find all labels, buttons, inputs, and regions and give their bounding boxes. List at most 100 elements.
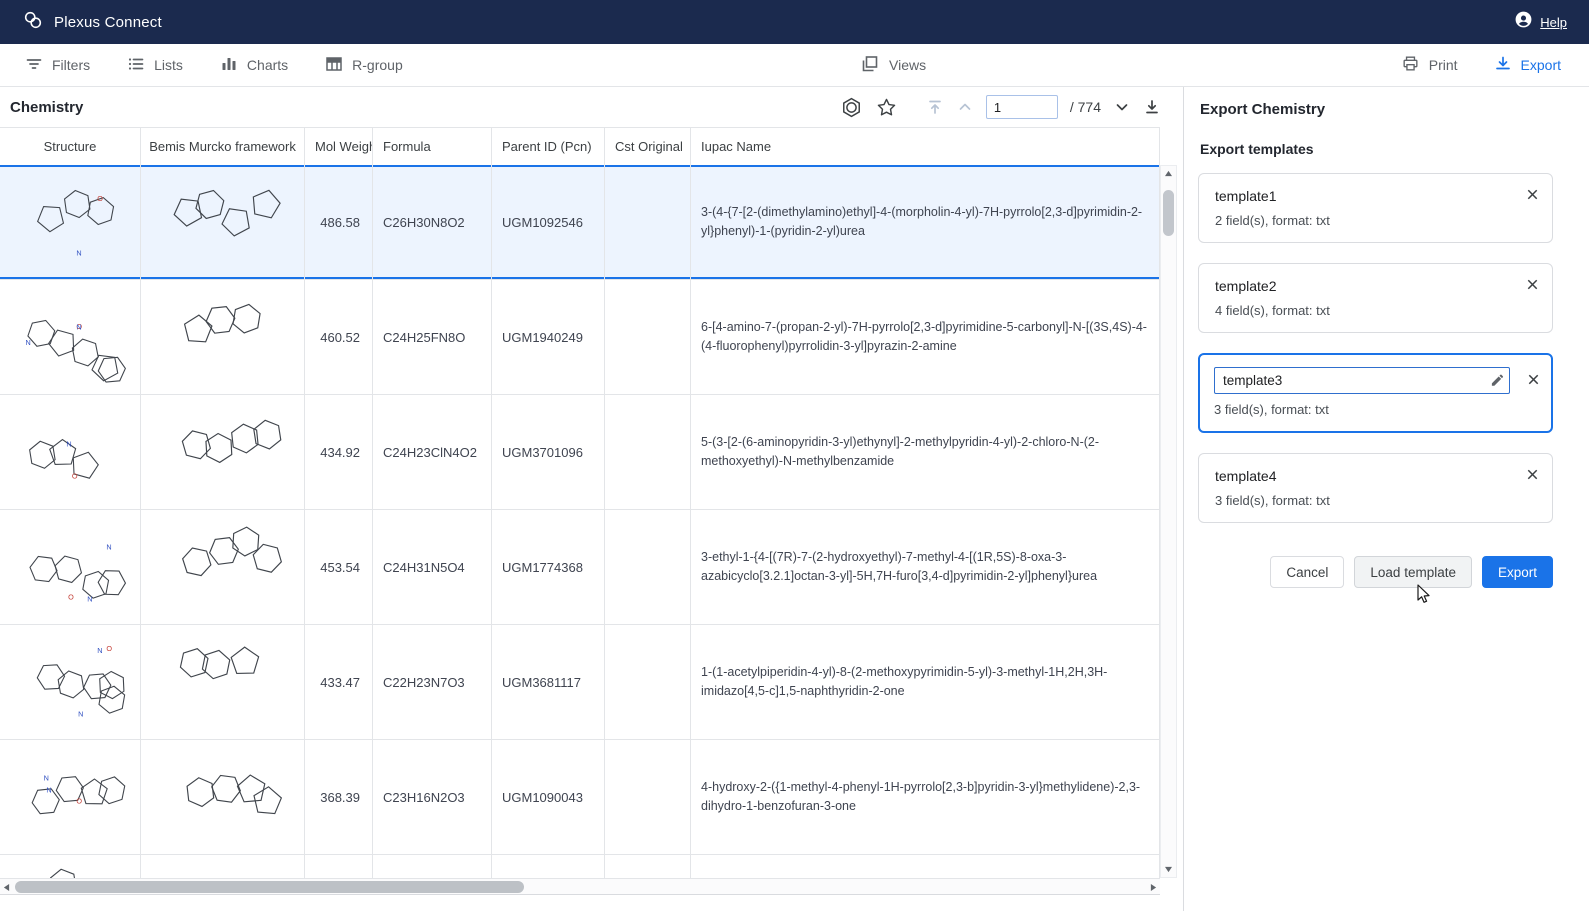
table-row[interactable]: NON 368.39 C23H16N2O3 UGM1090043 4-hydro… [0, 740, 1160, 855]
remove-template-icon[interactable] [1526, 372, 1541, 387]
account-icon [1514, 10, 1533, 34]
iupac-name-cell: 3-(4-{7-[2-(dimethylamino)ethyl]-4-(morp… [691, 165, 1160, 279]
structure-image: NON [10, 515, 130, 619]
cst-original-cell [605, 625, 691, 739]
structure-search-icon[interactable] [840, 96, 863, 119]
structure-cell: NO [0, 165, 141, 279]
charts-button[interactable]: Charts [220, 55, 288, 76]
template-card-1[interactable]: template1 2 field(s), format: txt [1198, 173, 1553, 243]
export-button[interactable]: Export [1494, 55, 1561, 76]
rgroup-button[interactable]: R-group [325, 55, 403, 76]
last-record-icon[interactable] [1143, 98, 1161, 116]
template-name: template1 [1215, 188, 1536, 204]
export-submit-button[interactable]: Export [1482, 556, 1553, 588]
vertical-scrollbar[interactable] [1160, 165, 1177, 878]
remove-template-icon[interactable] [1525, 277, 1540, 292]
remove-template-icon[interactable] [1525, 187, 1540, 202]
stacked-squares-icon [860, 54, 880, 77]
lists-button[interactable]: Lists [127, 55, 183, 76]
vertical-scrollbar-thumb[interactable] [1163, 190, 1174, 236]
record-menu-chevron-icon[interactable] [1113, 98, 1131, 116]
column-header-cst-original[interactable]: Cst Original [605, 128, 691, 165]
structure-image: NO [10, 170, 130, 274]
edit-pencil-icon[interactable] [1490, 373, 1505, 388]
table-row[interactable]: NON 433.47 C22H23N7O3 UGM3681117 1-(1-ac… [0, 625, 1160, 740]
app-logo-icon [22, 9, 44, 36]
svg-text:N: N [25, 338, 30, 347]
template-card-2[interactable]: template2 4 field(s), format: txt [1198, 263, 1553, 333]
cancel-button[interactable]: Cancel [1270, 556, 1344, 588]
template-name-input[interactable] [1214, 367, 1510, 394]
iupac-name-cell [691, 855, 1160, 878]
svg-text:N: N [66, 440, 71, 449]
filters-button[interactable]: Filters [25, 55, 90, 76]
structure-image: NON [10, 860, 130, 878]
formula-cell: C24H25FN8O [373, 280, 492, 394]
column-header-iupac-name[interactable]: Iupac Name [691, 128, 1160, 165]
grid-header: Chemistry / 774 [0, 87, 1183, 127]
framework-image [159, 860, 287, 878]
mol-weight-cell [305, 855, 373, 878]
svg-text:N: N [97, 646, 102, 655]
structure-cell: NON [0, 855, 141, 878]
cst-original-cell [605, 510, 691, 624]
framework-image [159, 515, 287, 619]
printer-icon [1401, 54, 1420, 76]
record-number-input[interactable] [986, 95, 1058, 119]
framework-cell [141, 510, 305, 624]
scroll-up-arrow-icon[interactable] [1164, 170, 1173, 177]
structure-cell: NON [0, 510, 141, 624]
scroll-right-arrow-icon[interactable] [1150, 883, 1157, 892]
column-header-mol-weight[interactable]: Mol Weigh [305, 128, 373, 165]
column-header-formula[interactable]: Formula [373, 128, 492, 165]
table-row[interactable]: NON 460.52 C24H25FN8O UGM1940249 6-[4-am… [0, 280, 1160, 395]
column-header-parent-id[interactable]: Parent ID (Pcn) [492, 128, 605, 165]
table-row[interactable]: NON [0, 855, 1160, 878]
cst-original-cell [605, 165, 691, 279]
favorite-star-icon[interactable] [875, 96, 898, 119]
remove-template-icon[interactable] [1525, 467, 1540, 482]
horizontal-scrollbar[interactable] [0, 878, 1160, 895]
svg-text:N: N [87, 595, 92, 604]
cst-original-cell [605, 740, 691, 854]
export-label: Export [1521, 57, 1561, 73]
toolbar-center-group: Views [860, 44, 926, 86]
iupac-name-cell: 5-(3-[2-(6-aminopyridin-3-yl)ethynyl]-2-… [691, 395, 1160, 509]
svg-text:O: O [68, 593, 74, 602]
column-header-structure[interactable]: Structure [0, 128, 141, 165]
table-body: NO 486.58 C26H30N8O2 UGM1092546 3-(4-{7-… [0, 165, 1160, 878]
first-record-icon[interactable] [926, 98, 944, 116]
table-row[interactable]: NO 486.58 C26H30N8O2 UGM1092546 3-(4-{7-… [0, 165, 1160, 280]
app-title: Plexus Connect [54, 14, 162, 31]
parent-id-cell: UGM1940249 [492, 280, 605, 394]
template-card-4[interactable]: template4 3 field(s), format: txt [1198, 453, 1553, 523]
load-template-button[interactable]: Load template [1354, 556, 1472, 588]
framework-cell [141, 280, 305, 394]
horizontal-scrollbar-thumb[interactable] [15, 881, 524, 893]
toolbar-left-group: Filters Lists Charts R-group [25, 44, 403, 86]
svg-text:O: O [97, 194, 103, 203]
help-button[interactable]: Help [1514, 10, 1567, 34]
table-row[interactable]: NO 434.92 C24H23ClN4O2 UGM3701096 5-(3-[… [0, 395, 1160, 510]
parent-id-cell: UGM3681117 [492, 625, 605, 739]
column-header-framework[interactable]: Bemis Murcko framework [141, 128, 305, 165]
filter-icon [25, 55, 43, 76]
structure-cell: NO [0, 395, 141, 509]
print-button[interactable]: Print [1401, 54, 1458, 76]
table-row[interactable]: NON 453.54 C24H31N5O4 UGM1774368 3-ethyl… [0, 510, 1160, 625]
formula-cell: C24H31N5O4 [373, 510, 492, 624]
help-label: Help [1540, 15, 1567, 30]
results-grid: Chemistry / 774 Structure Bemis Murcko f… [0, 87, 1183, 911]
scroll-down-arrow-icon[interactable] [1164, 866, 1173, 873]
views-button[interactable]: Views [860, 54, 926, 77]
previous-record-icon[interactable] [956, 98, 974, 116]
iupac-name-cell: 4-hydroxy-2-({1-methyl-4-phenyl-1H-pyrro… [691, 740, 1160, 854]
top-navbar: Plexus Connect Help [0, 0, 1589, 44]
framework-cell [141, 625, 305, 739]
template-card-3-editing[interactable]: 3 field(s), format: txt [1198, 353, 1553, 433]
structure-cell: NON [0, 740, 141, 854]
svg-text:N: N [76, 323, 81, 332]
scroll-left-arrow-icon[interactable] [3, 883, 10, 892]
iupac-name-cell: 6-[4-amino-7-(propan-2-yl)-7H-pyrrolo[2,… [691, 280, 1160, 394]
toolbar-right-group: Print Export [1401, 44, 1561, 86]
